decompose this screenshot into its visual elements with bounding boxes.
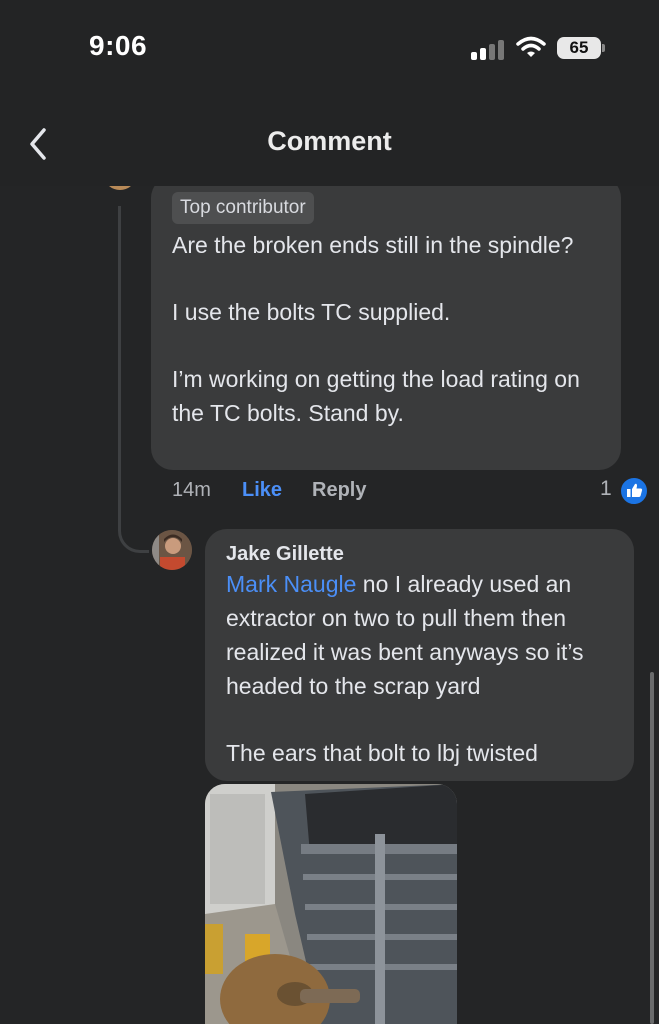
like-button[interactable]: Like <box>242 479 282 502</box>
battery-level: 65 <box>569 38 589 57</box>
comment-text: Are the broken ends still in the spindle… <box>172 228 612 463</box>
avatar[interactable] <box>152 530 192 570</box>
status-time: 9:06 <box>89 30 148 61</box>
reply-bubble[interactable]: Jake Gillette Mark Naugle no I already u… <box>205 529 634 781</box>
reaction-count[interactable]: 1 <box>600 477 612 501</box>
status-bar: 9:06 65 <box>0 0 659 100</box>
attached-photo[interactable] <box>205 784 457 1024</box>
avatar[interactable] <box>105 186 135 190</box>
page-title: Comment <box>267 126 392 156</box>
cellular-signal-icon <box>471 38 505 60</box>
wifi-icon <box>516 36 546 57</box>
mention-link[interactable]: Mark Naugle <box>226 571 356 597</box>
comment-timestamp: 14m <box>172 479 211 501</box>
reply-button[interactable]: Reply <box>312 479 366 502</box>
comment-thread[interactable]: Top contributor Are the broken ends stil… <box>0 186 659 1024</box>
nav-header: Comment <box>0 100 659 186</box>
battery-icon: 65 <box>557 37 601 59</box>
comment-text: Mark Naugle no I already used an extract… <box>226 567 626 803</box>
comment-author[interactable]: Jake Gillette <box>226 543 344 566</box>
thread-line <box>118 206 121 521</box>
battery-tip <box>602 44 605 52</box>
comment-paragraph: The ears that bolt to lbj twisted <box>226 740 538 766</box>
thread-connector <box>118 516 149 553</box>
scrollbar[interactable] <box>650 672 654 1024</box>
thumbs-up-icon[interactable] <box>619 476 649 506</box>
comment-paragraph: I use the bolts TC supplied. <box>172 299 451 325</box>
comment-bubble[interactable]: Top contributor Are the broken ends stil… <box>151 186 621 470</box>
comment-paragraph: Are the broken ends still in the spindle… <box>172 232 574 258</box>
comment-paragraph: Mark Naugle no I already used an extract… <box>226 567 626 703</box>
comment-paragraph: I’m working on getting the load rating o… <box>172 366 580 426</box>
top-contributor-badge: Top contributor <box>172 192 314 224</box>
